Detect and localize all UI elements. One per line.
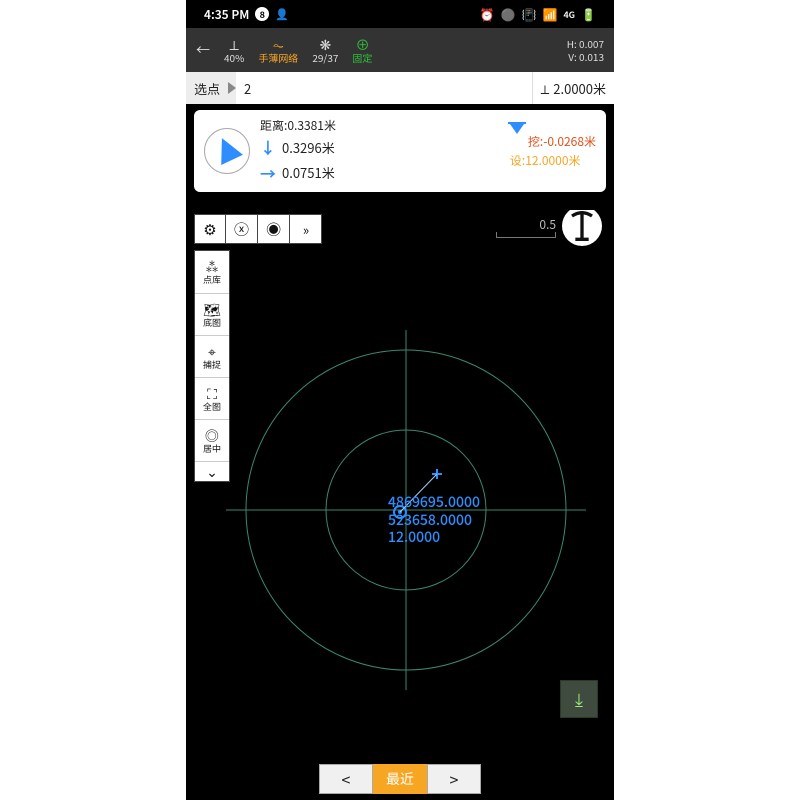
coord-readout: 4869695.0000 523658.0000 12.0000 <box>388 494 480 547</box>
antenna-height-value: 2.0000米 <box>553 79 606 98</box>
fix-status[interactable]: ⊕ 固定 <box>352 38 372 63</box>
alarm-icon: ⏰ <box>480 6 495 23</box>
bluetooth-icon: ⚪ <box>501 6 516 23</box>
settings-button[interactable]: ⚙ <box>194 214 226 244</box>
snap-icon: ⌖ <box>208 345 216 359</box>
down-value: 0.3296米 <box>282 138 335 159</box>
notif-badge: 8 <box>255 7 269 21</box>
dots-icon: ⁂ <box>205 260 219 274</box>
x-circle-icon: ⓧ <box>234 219 249 240</box>
center-icon: ◎ <box>205 429 219 443</box>
distance-label: 距离:0.3381米 <box>260 116 500 135</box>
chevron-down-icon: ⌄ <box>206 462 218 482</box>
point-select-bar: 选点 ⟂ 2.0000米 <box>186 72 614 104</box>
points-lib-button[interactable]: ⁂ 点库 <box>195 251 229 293</box>
gear-icon: ⚙ <box>203 219 216 240</box>
antenna-height-icon: ⟂ <box>541 79 550 98</box>
vertical-toolbar: ⁂ 点库 🗺 底图 ⌖ 捕捉 ⛶ 全图 ◎ 居中 ⌄ <box>194 250 230 482</box>
network-icon: 4G <box>563 8 575 21</box>
antenna-ball-icon <box>562 210 602 246</box>
person-icon: 👤 <box>275 6 289 22</box>
signal-icon: 📶 <box>542 6 557 23</box>
basemap-button[interactable]: 🗺 底图 <box>195 293 229 335</box>
compass-indicator <box>204 128 250 174</box>
chevron-right-icon: > <box>450 767 459 791</box>
map-icon: 🗺 <box>203 303 221 317</box>
next-button[interactable]: > <box>427 764 481 794</box>
antenna-status[interactable]: ⟂ 40% <box>224 38 244 63</box>
expand-button[interactable]: » <box>290 214 322 244</box>
export-icon: ⤓ <box>575 686 583 712</box>
clock: 4:35 PM <box>204 6 249 23</box>
compass-needle <box>211 133 243 165</box>
center-button[interactable]: ◎ 居中 <box>195 419 229 461</box>
chevron-left-icon: < <box>342 767 351 791</box>
recent-button[interactable]: 最近 <box>373 764 427 794</box>
arrow-right-icon: → <box>260 161 276 187</box>
point-input[interactable] <box>236 72 532 104</box>
cut-icon <box>510 124 524 151</box>
clear-button[interactable]: ⓧ <box>226 214 258 244</box>
fullextent-button[interactable]: ⛶ 全图 <box>195 377 229 419</box>
fullscreen-icon: ⛶ <box>207 387 217 401</box>
compass-north-icon: ◉ <box>266 219 281 240</box>
antenna-ball-button[interactable] <box>562 210 602 246</box>
snap-button[interactable]: ⌖ 捕捉 <box>195 335 229 377</box>
design-value: 12.0000米 <box>525 152 580 169</box>
map-canvas[interactable]: 4869695.0000 523658.0000 12.0000 0.5 ⤓ <box>186 210 614 758</box>
antenna-height-button[interactable]: ⟂ 2.0000米 <box>532 72 614 104</box>
more-tools-button[interactable]: ⌄ <box>195 461 229 481</box>
app-bar: ← ⟂ 40% ⏦ 手薄网络 ❋ 29/37 ⊕ 固定 H: 0.007 V: … <box>186 28 614 72</box>
cut-label: 挖: <box>528 133 543 150</box>
export-button[interactable]: ⤓ <box>560 680 598 718</box>
dropdown-icon[interactable] <box>228 82 236 94</box>
precision-readout: H: 0.007 V: 0.013 <box>567 37 604 63</box>
right-value: 0.0751米 <box>282 163 335 184</box>
network-status[interactable]: ⏦ 手薄网络 <box>258 38 298 63</box>
prev-button[interactable]: < <box>319 764 373 794</box>
map-tool-row: ⚙ ⓧ ◉ » <box>194 214 322 244</box>
satellite-status[interactable]: ❋ 29/37 <box>312 38 338 63</box>
battery-icon: 🔋 <box>581 6 596 23</box>
status-bar: 4:35 PM 8 👤 ⏰ ⚪ 📳 📶 4G 🔋 <box>186 0 614 28</box>
bottom-nav: < 最近 > <box>186 758 614 800</box>
expand-icon: » <box>303 220 308 239</box>
scale-bar <box>496 232 556 238</box>
north-button[interactable]: ◉ <box>258 214 290 244</box>
design-label: 设: <box>510 152 525 169</box>
cut-value: -0.0268米 <box>543 133 596 150</box>
arrow-down-icon: ↓ <box>260 135 276 161</box>
scale-label: 0.5 <box>539 216 556 233</box>
stakeout-card: 距离:0.3381米 ↓ 0.3296米 → 0.0751米 挖:-0.0268… <box>194 110 606 192</box>
vibrate-icon: 📳 <box>522 6 537 23</box>
point-select-label: 选点 <box>186 79 228 98</box>
back-icon[interactable]: ← <box>196 43 210 57</box>
